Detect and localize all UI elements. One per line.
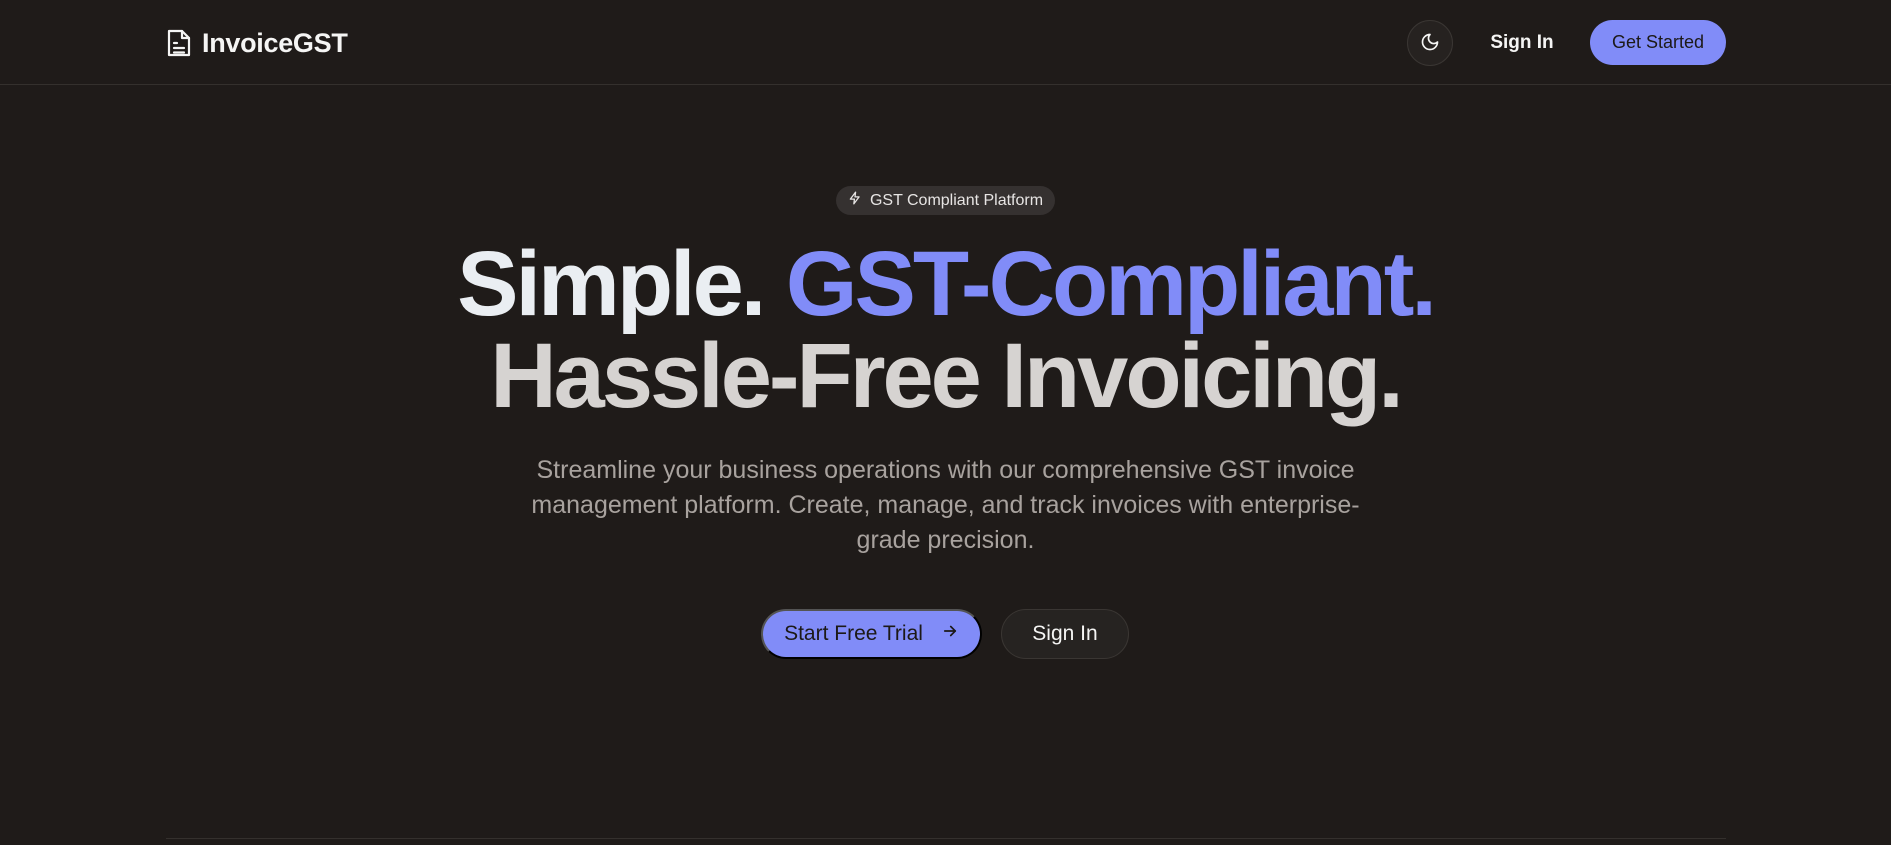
lightning-icon xyxy=(848,190,862,211)
brand-name: InvoiceGST xyxy=(202,27,348,58)
moon-icon xyxy=(1420,32,1440,55)
headline-line-2: Hassle-Free Invoicing. xyxy=(490,325,1404,427)
section-divider xyxy=(166,838,1726,839)
start-free-trial-label: Start Free Trial xyxy=(784,622,923,645)
hero-headline: Simple. GST-Compliant. Hassle-Free Invoi… xyxy=(0,238,1891,422)
headline-simple: Simple. xyxy=(457,233,786,335)
headline-line-1: Simple. GST-Compliant. xyxy=(0,238,1891,330)
theme-toggle-button[interactable] xyxy=(1407,20,1453,66)
brand-logo[interactable]: InvoiceGST xyxy=(166,26,348,60)
hero-sign-in-button[interactable]: Sign In xyxy=(1001,609,1129,659)
nav-get-started-button[interactable]: Get Started xyxy=(1590,20,1726,65)
arrow-right-icon xyxy=(941,622,959,646)
start-free-trial-button[interactable]: Start Free Trial xyxy=(761,609,982,659)
top-navbar: InvoiceGST Sign In Get Started xyxy=(0,0,1891,85)
headline-gst-compliant: GST-Compliant. xyxy=(785,233,1437,335)
badge-text: GST Compliant Platform xyxy=(869,191,1044,209)
hero-subtitle: Streamline your business operations with… xyxy=(531,456,1360,554)
platform-badge: GST Compliant Platform xyxy=(836,186,1055,215)
nav-sign-in-link[interactable]: Sign In xyxy=(1478,24,1566,62)
document-icon xyxy=(166,28,192,58)
